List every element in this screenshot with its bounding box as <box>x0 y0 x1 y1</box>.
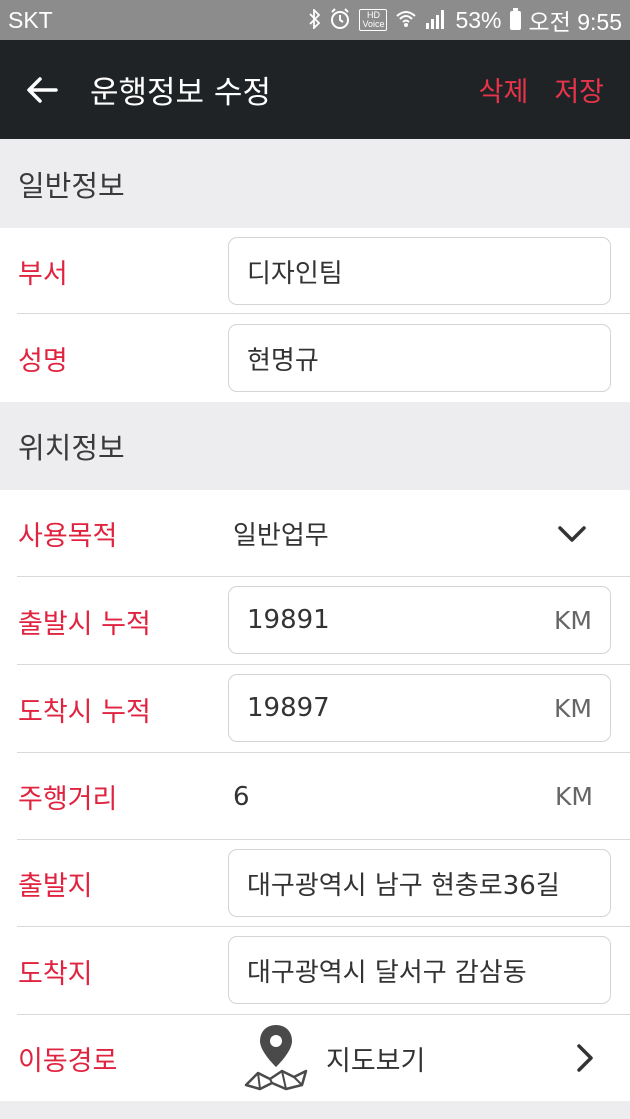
delete-button[interactable]: 삭제 <box>479 70 529 109</box>
start-odometer-value: 19891 <box>247 605 330 635</box>
chevron-down-icon[interactable] <box>558 525 586 543</box>
status-bar: SKT HD Voice 53% 오전 9:55 <box>0 0 630 40</box>
department-value: 디자인팀 <box>247 258 343 289</box>
app-bar: 운행정보 수정 삭제 저장 <box>0 40 630 139</box>
end-odometer-value: 19897 <box>247 693 330 723</box>
back-button[interactable] <box>0 40 84 139</box>
row-origin: 출발지 대구광역시 남구 현충로36길 <box>0 840 630 927</box>
row-end-odometer: 도착시 누적 19897 KM <box>0 665 630 753</box>
alarm-icon <box>329 7 351 33</box>
map-pin-icon <box>244 1025 308 1091</box>
destination-field[interactable]: 대구광역시 달서구 감삼동 <box>228 936 611 1004</box>
back-arrow-icon <box>27 76 58 103</box>
section-header-general: 일반정보 <box>0 139 630 228</box>
name-value: 현명규 <box>247 345 319 376</box>
battery-icon <box>509 7 521 30</box>
origin-label: 출발지 <box>18 871 93 902</box>
destination-value: 대구광역시 달서구 감삼동 <box>247 957 527 988</box>
origin-value: 대구광역시 남구 현충로36길 <box>247 870 560 901</box>
end-odometer-field[interactable]: 19897 KM <box>228 674 611 742</box>
bluetooth-icon <box>309 7 321 32</box>
origin-field[interactable]: 대구광역시 남구 현충로36길 <box>228 849 611 917</box>
clock: 오전 9:55 <box>528 9 622 35</box>
save-button[interactable]: 저장 <box>554 70 604 109</box>
distance-value: 6 <box>233 781 250 812</box>
km-unit: KM <box>554 605 592 635</box>
hd-voice-icon: HD Voice <box>359 9 388 31</box>
chevron-right-icon[interactable] <box>576 1043 594 1073</box>
page-title: 운행정보 수정 <box>90 75 271 111</box>
purpose-select[interactable]: 일반업무 <box>233 515 329 552</box>
row-department: 부서 디자인팀 <box>0 228 630 314</box>
map-view-link[interactable]: 지도보기 <box>326 1039 425 1078</box>
carrier-label: SKT <box>8 6 53 33</box>
route-label: 이동경로 <box>18 1045 118 1077</box>
department-label: 부서 <box>18 258 68 290</box>
status-icons: HD Voice 53% 오전 9:55 <box>309 3 622 37</box>
row-route[interactable]: 이동경로 지도보기 <box>0 1015 630 1101</box>
purpose-label: 사용목적 <box>18 521 118 552</box>
km-unit: KM <box>554 693 592 723</box>
row-distance: 주행거리 6 KM <box>0 753 630 840</box>
voice-text: Voice <box>362 19 385 29</box>
bottom-section-band <box>0 1101 630 1119</box>
km-unit: KM <box>555 782 593 811</box>
wifi-icon <box>395 9 417 32</box>
row-destination: 도착지 대구광역시 달서구 감삼동 <box>0 927 630 1015</box>
start-odometer-field[interactable]: 19891 KM <box>228 586 611 654</box>
destination-label: 도착지 <box>18 958 93 990</box>
name-field[interactable]: 현명규 <box>228 324 611 392</box>
battery-percent: 53% <box>455 6 502 33</box>
end-odometer-label: 도착시 누적 <box>18 696 151 728</box>
row-name: 성명 현명규 <box>0 314 630 402</box>
distance-label: 주행거리 <box>18 784 118 815</box>
start-odometer-label: 출발시 누적 <box>18 608 151 640</box>
signal-icon <box>425 9 447 32</box>
section-header-location: 위치정보 <box>0 402 630 490</box>
name-label: 성명 <box>18 345 68 377</box>
department-field[interactable]: 디자인팀 <box>228 237 611 305</box>
row-purpose[interactable]: 사용목적 일반업무 <box>0 490 630 577</box>
row-start-odometer: 출발시 누적 19891 KM <box>0 577 630 665</box>
